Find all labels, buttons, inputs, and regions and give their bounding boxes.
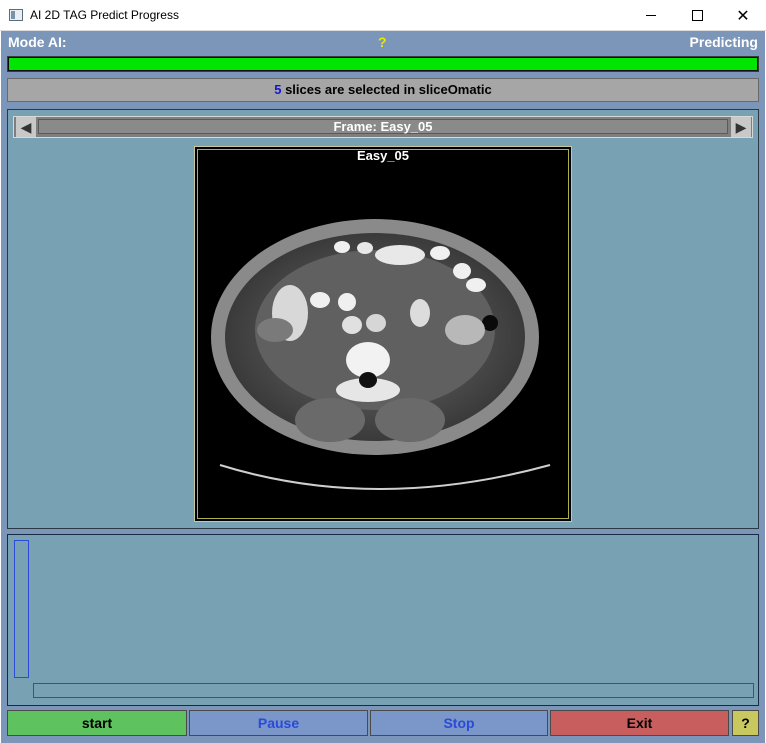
- arrow-left-icon: ◀: [20, 118, 32, 135]
- frame-title[interactable]: Frame: Easy_05: [38, 119, 728, 134]
- pause-button[interactable]: Pause: [189, 710, 368, 736]
- stop-button[interactable]: Stop: [370, 710, 548, 736]
- ct-scan-image: [211, 219, 551, 490]
- next-frame-button[interactable]: ▶: [731, 117, 751, 137]
- close-icon: ✕: [736, 7, 750, 25]
- log-horizontal-scrollbar[interactable]: [33, 683, 754, 698]
- previous-frame-button[interactable]: ◀: [16, 117, 36, 137]
- progress-bar: [7, 56, 759, 72]
- maximize-icon: [691, 10, 703, 21]
- window-title: AI 2D TAG Predict Progress: [30, 8, 179, 22]
- log-panel: [7, 534, 759, 706]
- help-indicator[interactable]: ?: [378, 34, 387, 50]
- log-vertical-scrollbar[interactable]: [14, 540, 29, 678]
- minimize-button[interactable]: [628, 0, 674, 31]
- help-button[interactable]: ?: [732, 710, 759, 736]
- maximize-button[interactable]: [674, 0, 720, 31]
- selection-info-text: slices are selected in sliceOmatic: [281, 82, 492, 97]
- mode-label: Mode AI:: [8, 34, 67, 50]
- start-button[interactable]: start: [7, 710, 187, 736]
- selection-info: 5 slices are selected in sliceOmatic: [7, 78, 759, 102]
- progress-fill: [9, 58, 757, 70]
- image-label: Easy_05: [356, 148, 410, 163]
- arrow-right-icon: ▶: [735, 118, 747, 135]
- close-button[interactable]: ✕: [720, 0, 766, 31]
- minimize-icon: [646, 15, 656, 16]
- status-text: Predicting: [689, 34, 758, 50]
- exit-button[interactable]: Exit: [550, 710, 729, 736]
- app-icon: [9, 9, 23, 21]
